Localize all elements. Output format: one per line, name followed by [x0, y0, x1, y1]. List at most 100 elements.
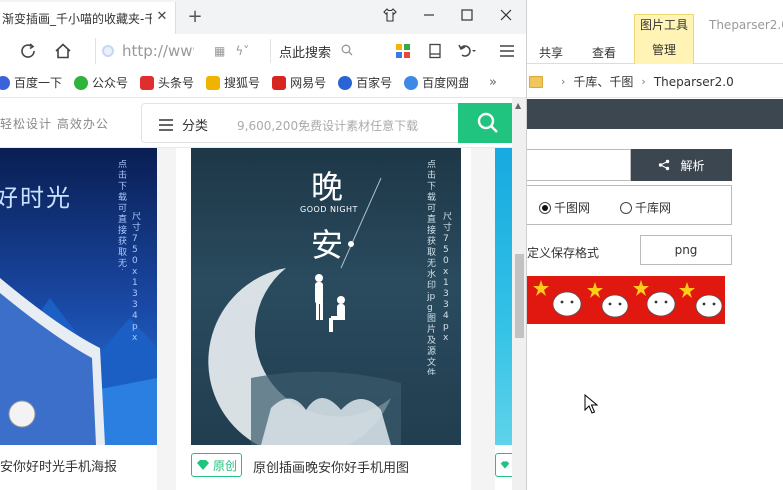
undo-icon[interactable] [456, 40, 478, 62]
bookmark-baidupan[interactable]: 百度网盘 [404, 74, 468, 91]
site-slogan: 轻松设计 高效办公 [0, 117, 109, 131]
parser-panel: 解析 千图网 千库网 定义保存格式 png [527, 129, 783, 490]
radio-checked-icon [539, 201, 551, 214]
tab-share[interactable]: 共享 [539, 44, 563, 61]
radio-label: 千库网 [635, 201, 672, 215]
new-tab-icon[interactable]: + [184, 6, 206, 28]
site-header: 轻松设计 高效办公 分类 9,600,200免费设计素材任意下载 [0, 98, 512, 148]
paw-icon [338, 75, 353, 90]
scrollbar-thumb[interactable] [515, 254, 524, 338]
cloud-icon [404, 75, 419, 90]
site-search-bar: 分类 9,600,200免费设计素材任意下载 [141, 103, 512, 143]
sohu-icon [206, 75, 221, 90]
netease-icon [272, 75, 287, 90]
category-label: 分类 [182, 119, 209, 134]
lightning-icon[interactable]: ϟ˅ [235, 44, 249, 58]
card-left-image[interactable]: 好时光 点击下载可直接获取无水印jpg图片及源文件 尺寸：750x1334px [0, 148, 157, 445]
bookmarks-bar: 百度一下 公众号 头条号 搜狐号 网易号 百家号 百度网盘 » [0, 68, 526, 98]
bookmark-sohu[interactable]: 搜狐号 [206, 74, 260, 91]
search-label: 点此搜索 [279, 45, 332, 61]
design-card-right[interactable] [495, 148, 512, 490]
url-input[interactable] [527, 149, 631, 181]
folder-icon [529, 75, 543, 88]
card-center-caption[interactable]: 原创插画晚安你好手机用图 [253, 457, 463, 476]
web-content: 轻松设计 高效办公 分类 9,600,200免费设计素材任意下载 好时光 点击下… [0, 98, 512, 490]
bookmark-label: 头条号 [158, 76, 195, 90]
tab-manage[interactable]: 管理 [634, 34, 694, 64]
search-icon [477, 112, 498, 133]
site-search-button[interactable] [458, 103, 512, 143]
ribbon-tabs: 共享 查看 管理 [527, 34, 783, 64]
design-card-center[interactable]: 晚 GOOD NIGHT 安 点击下载可直接获取无水印jpg图片及源文件 尺寸：… [176, 148, 471, 490]
bookmarks-more-icon[interactable]: » [489, 75, 497, 90]
page-scrollbar[interactable]: ▲ [512, 98, 526, 490]
card-left-vertical-size: 尺寸：750x1334px [132, 212, 142, 343]
card-center-subheading: GOOD NIGHT [300, 205, 358, 214]
maximize-icon[interactable] [448, 2, 486, 28]
screen: 渐变插画_千小喵的收藏夹-千 ✕ + http://ww ▦ ϟ˅ 点此搜索 百… [0, 0, 783, 490]
browser-titlebar: 渐变插画_千小喵的收藏夹-千 ✕ + [0, 0, 526, 34]
bookmark-baidu[interactable]: 百度一下 [0, 74, 62, 91]
paw-icon [0, 75, 10, 90]
bookmark-toutiao[interactable]: 头条号 [140, 74, 194, 91]
scroll-up-icon[interactable]: ▲ [515, 101, 521, 110]
cartoon-cat-banner [527, 276, 725, 324]
parse-button[interactable]: 解析 [631, 149, 732, 181]
breadcrumb[interactable]: › 千库、千图 › Theparser2.0 [527, 66, 783, 98]
radio-qianku[interactable]: 千库网 [620, 199, 671, 216]
minimize-icon[interactable] [410, 2, 448, 28]
tab-close-icon[interactable]: ✕ [155, 10, 169, 24]
tab-view[interactable]: 查看 [592, 44, 616, 61]
parse-button-label: 解析 [680, 158, 705, 173]
right-card-badge [495, 453, 512, 477]
category-button[interactable]: 分类 [158, 115, 208, 134]
card-center-heading-2: 安 [311, 226, 344, 264]
menu-icon[interactable] [496, 40, 518, 62]
explorer-window-title: Theparser2.0 [709, 18, 783, 32]
radio-unchecked-icon [620, 201, 632, 214]
picture-tools-tab[interactable]: 图片工具 [634, 14, 694, 34]
close-window-icon[interactable] [487, 2, 525, 28]
breadcrumb-item[interactable]: 千库、千图 [573, 73, 633, 90]
design-card-left[interactable]: 好时光 点击下载可直接获取无水印jpg图片及源文件 尺寸：750x1334px … [0, 148, 157, 490]
bookmark-label: 公众号 [92, 76, 129, 90]
browser-tab[interactable]: 渐变插画_千小喵的收藏夹-千 ✕ [0, 2, 176, 34]
bookmark-label: 百家号 [356, 76, 393, 90]
card-right-image[interactable] [495, 148, 512, 445]
site-search-input[interactable]: 9,600,200免费设计素材任意下载 [237, 117, 418, 134]
browser-toolbar: http://www ▦ ϟ˅ 点此搜索 [0, 34, 526, 68]
refresh-icon[interactable] [17, 40, 39, 62]
source-radio-group: 千图网 千库网 [527, 185, 732, 225]
diamond-icon [500, 461, 510, 469]
mouse-cursor-icon [584, 393, 599, 417]
browser-window: 渐变插画_千小喵的收藏夹-千 ✕ + http://ww ▦ ϟ˅ 点此搜索 百… [0, 0, 527, 490]
browser-search[interactable]: 点此搜索 [270, 39, 362, 63]
bookmark-label: 网易号 [290, 76, 327, 90]
bookmark-baijia[interactable]: 百家号 [338, 74, 392, 91]
card-left-caption[interactable]: 安你好时光手机海报 [0, 456, 157, 475]
grid-icon[interactable]: ▦ [214, 44, 225, 58]
share-icon [659, 159, 670, 171]
bookmark-wangyi[interactable]: 网易号 [272, 74, 326, 91]
globe-icon [102, 45, 114, 57]
bookmark-gongzhonghao[interactable]: 公众号 [74, 74, 128, 91]
address-bar[interactable]: http://www ▦ ϟ˅ [95, 38, 265, 64]
apps-icon[interactable] [392, 40, 414, 62]
chevron-right-icon: › [641, 75, 646, 88]
diamond-icon [197, 460, 209, 470]
breadcrumb-item[interactable]: Theparser2.0 [654, 75, 734, 89]
home-icon[interactable] [52, 40, 74, 62]
bookmark-label: 百度一下 [14, 76, 63, 90]
card-center-heading-1: 晚 [311, 168, 344, 206]
badge-label: 原创 [213, 458, 238, 473]
card-center-vertical-size: 尺寸：750x1334px [443, 212, 453, 343]
search-icon[interactable] [341, 44, 353, 59]
shirt-icon[interactable] [371, 2, 409, 28]
card-left-heading: 好时光 [0, 184, 72, 212]
format-input[interactable]: png [640, 235, 732, 265]
tab-title: 渐变插画_千小喵的收藏夹-千 [2, 11, 152, 26]
wechat-icon [74, 75, 89, 90]
card-center-image[interactable]: 晚 GOOD NIGHT 安 点击下载可直接获取无水印jpg图片及源文件 尺寸：… [191, 148, 461, 445]
reader-icon[interactable] [424, 40, 446, 62]
radio-qiantu[interactable]: 千图网 [539, 199, 590, 216]
